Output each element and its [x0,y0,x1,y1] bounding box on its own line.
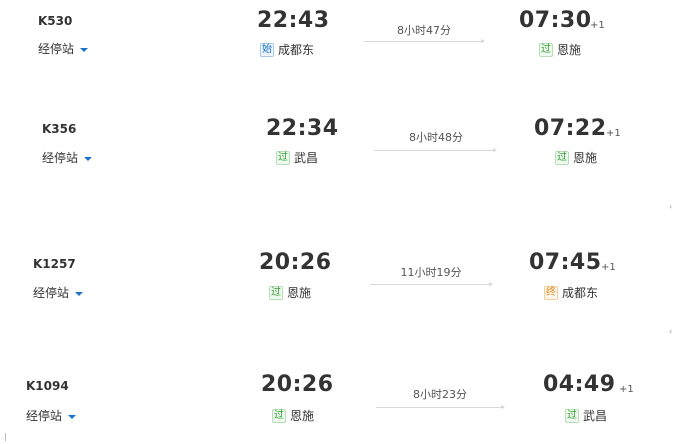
duration: 8小时23分 [413,388,467,401]
arrive-station-name: 成都东 [562,286,599,300]
caret-down-icon [68,414,77,419]
depart-station: 过 恩施 [272,407,314,424]
day-offset: +1 [619,384,634,395]
caret-down-icon [84,156,93,161]
pass-badge-icon: 过 [539,42,553,57]
depart-station-name: 恩施 [290,409,315,423]
caret-down-icon [75,291,84,296]
train-number: K1257 [33,257,76,271]
depart-station-name: 成都东 [278,43,315,57]
arrive-station: 终 成都东 [544,284,598,301]
arrive-station: 过 恩施 [555,149,597,166]
arrive-time: 07:30 [519,8,592,33]
pass-badge-icon: 过 [269,285,283,300]
depart-station-name: 武昌 [294,151,319,165]
arrow-icon [370,282,493,286]
stops-dropdown[interactable]: 经停站 [38,40,89,57]
stops-dropdown[interactable]: 经停站 [33,284,84,301]
start-badge-icon: 始 [260,42,274,57]
duration: 8小时48分 [409,131,463,144]
arrive-station-name: 武昌 [583,409,608,423]
arrive-station-name: 恩施 [573,151,598,165]
train-row: K1094 经停站 20:26 过 恩施 8小时23分 04:49 +1 过 武… [0,333,674,444]
arrive-station: 过 武昌 [565,407,607,424]
train-row: K356 经停站 22:34 过 武昌 8小时48分 07:22 +1 过 恩施 [0,111,674,222]
train-row: K1257 经停站 20:26 过 恩施 11小时19分 07:45 +1 终 … [0,222,674,333]
arrive-station: 过 恩施 [539,41,581,58]
depart-station: 过 武昌 [276,149,318,166]
cursor-mark-icon: | [4,432,7,441]
day-offset: +1 [590,20,605,31]
stops-label: 经停站 [26,409,63,423]
end-badge-icon: 终 [544,285,558,300]
arrow-icon [374,148,497,152]
stops-dropdown[interactable]: 经停站 [26,407,77,424]
arrive-time: 07:22 [534,116,607,141]
depart-station: 过 恩施 [269,284,311,301]
depart-time: 20:26 [259,250,332,275]
duration: 11小时19分 [400,266,462,279]
train-row: K530 经停站 22:43 始 成都东 8小时47分 07:30 +1 过 恩… [0,0,674,111]
duration: 8小时47分 [397,24,451,37]
pass-badge-icon: 过 [565,408,579,423]
scroll-marker-icon: ‹ [669,327,673,336]
train-number: K356 [42,122,77,136]
stops-label: 经停站 [38,42,75,56]
arrow-icon [364,39,485,43]
day-offset: +1 [606,128,621,139]
day-offset: +1 [601,262,616,273]
depart-station: 始 成都东 [260,41,314,58]
pass-badge-icon: 过 [272,408,286,423]
stops-label: 经停站 [42,151,79,165]
caret-down-icon [80,47,89,52]
train-number: K530 [38,14,73,28]
arrive-station-name: 恩施 [557,43,582,57]
arrow-icon [376,405,505,409]
arrive-time: 07:45 [529,250,602,275]
depart-time: 22:34 [266,116,339,141]
depart-time: 22:43 [257,8,330,33]
depart-time: 20:26 [261,372,334,397]
pass-badge-icon: 过 [555,150,569,165]
depart-station-name: 恩施 [287,286,312,300]
pass-badge-icon: 过 [276,150,290,165]
stops-label: 经停站 [33,286,70,300]
train-number: K1094 [26,379,69,393]
stops-dropdown[interactable]: 经停站 [42,149,93,166]
arrive-time: 04:49 [543,372,616,397]
scroll-marker-icon: ‹ [669,202,673,211]
